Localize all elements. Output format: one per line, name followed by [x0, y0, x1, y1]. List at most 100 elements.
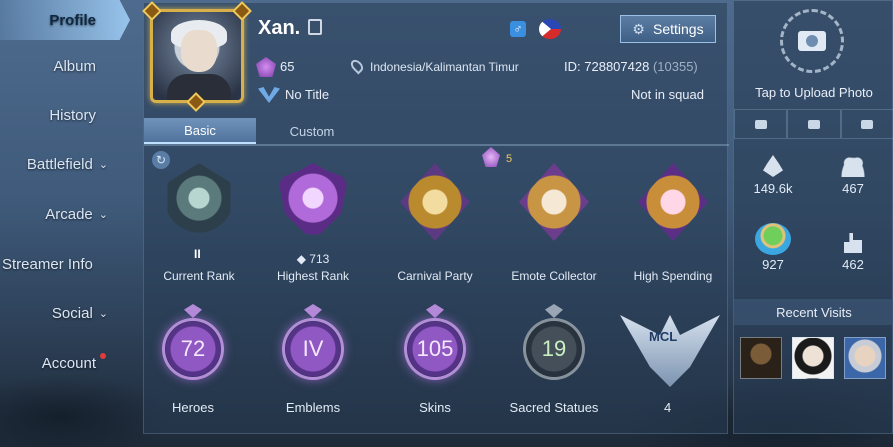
stat-label: Skins [419, 400, 451, 415]
followers-stat[interactable]: 467 [818, 157, 888, 196]
recent-visits-header: Recent Visits [734, 299, 893, 325]
tab-divider [144, 144, 729, 146]
nav-item-label: Streamer Info [2, 255, 93, 273]
heroes-icon [184, 304, 202, 318]
camera-icon [798, 31, 826, 51]
location-pin-icon [348, 57, 366, 75]
settings-button[interactable]: ⚙ Settings [620, 15, 716, 43]
island-icon [755, 223, 791, 255]
stat-heroes[interactable]: 72 Heroes [138, 304, 248, 415]
highest-rank-count: ◆ 713 [296, 252, 330, 266]
player-name: Xan. [258, 17, 301, 39]
player-location: Indonesia/Kalimantan Timur [370, 60, 519, 74]
upload-photo-label: Tap to Upload Photo [755, 85, 873, 100]
level-badge-icon [256, 57, 276, 77]
stat-label: Sacred Statues [509, 400, 599, 415]
nav-item-history[interactable]: History [0, 95, 130, 135]
achievement-label: High Spending [633, 269, 713, 283]
sacred-statue-icon [545, 304, 563, 318]
nav-item-label: Battlefield [26, 155, 93, 173]
side-navigation: Profile Album History Battlefield ⌄ Arca… [0, 0, 140, 447]
nav-item-label: Social [51, 304, 93, 322]
recent-visitor-avatar[interactable] [740, 337, 782, 379]
server-id: (10355) [652, 59, 698, 74]
frame-ornament [232, 1, 252, 21]
copy-icon[interactable] [308, 19, 322, 35]
chevron-down-icon: ⌄ [98, 208, 108, 221]
highest-rank-value: 713 [309, 252, 330, 266]
recent-visitor-avatar[interactable] [792, 337, 834, 379]
camera-icon [807, 119, 820, 129]
id-value: 728807428 [584, 59, 650, 74]
avatar[interactable] [142, 1, 252, 112]
stat-sacred-statues[interactable]: 19 Sacred Statues [499, 304, 609, 415]
nav-item-label: Account [41, 354, 96, 372]
nav-item-battlefield[interactable]: Battlefield ⌄ [0, 144, 130, 184]
rank-numeral: II [194, 247, 201, 261]
notification-dot [100, 353, 106, 359]
skins-count: 105 [404, 318, 466, 380]
emblems-level: IV [282, 318, 344, 380]
popularity-value: 149.6k [753, 181, 793, 196]
stat-emblems[interactable]: IV Emblems [258, 304, 368, 415]
achievement-highest-rank[interactable]: ◆ 713 Highest Rank [258, 163, 368, 283]
settings-label: Settings [652, 21, 704, 37]
gear-icon: ⚙ [632, 20, 645, 37]
achievement-label: Highest Rank [276, 269, 350, 283]
profile-header: Xan. ♂ ⚙ Settings 65 Indonesia/Kalimanta… [142, 1, 729, 113]
player-id: ID: 728807428 (10355) [564, 59, 698, 74]
island-stat[interactable]: 927 [738, 223, 808, 272]
popularity-stat[interactable]: 149.6k [738, 155, 808, 196]
male-icon: ♂ [510, 21, 526, 37]
achievement-current-rank[interactable]: II Current Rank [144, 163, 254, 283]
nav-item-label: Arcade [45, 205, 93, 223]
high-spending-medal-icon [638, 163, 708, 241]
nav-item-album[interactable]: Album [0, 46, 130, 86]
philippines-flag-icon [539, 19, 561, 39]
photo-slots [734, 109, 893, 139]
right-panel: Tap to Upload Photo 149.6k 467 927 462 R… [733, 0, 893, 434]
squad-status[interactable]: Not in squad [631, 87, 704, 102]
nav-item-arcade[interactable]: Arcade ⌄ [0, 194, 130, 234]
thumbs-up-icon [844, 233, 862, 253]
photo-slot-3[interactable] [840, 109, 893, 139]
achievement-high-spending[interactable]: High Spending [618, 163, 728, 283]
followers-icon [841, 157, 865, 177]
achievement-label: Carnival Party [397, 269, 473, 283]
achievement-carnival-party[interactable]: Carnival Party [380, 163, 490, 283]
camera-icon [754, 119, 767, 129]
likes-stat[interactable]: 462 [818, 233, 888, 272]
photo-slot-2[interactable] [787, 109, 841, 139]
photo-slot-1[interactable] [734, 109, 788, 139]
nav-item-social[interactable]: Social ⌄ [0, 293, 130, 333]
mcl-emblem-icon[interactable] [620, 315, 720, 387]
frame-ornament [142, 1, 162, 21]
tab-custom[interactable]: Custom [256, 118, 368, 144]
achievement-label: Emote Collector [511, 269, 597, 283]
player-level: 65 [280, 59, 295, 74]
camera-icon [861, 119, 874, 129]
flame-icon [763, 155, 783, 177]
nav-item-label: Album [53, 57, 96, 75]
stat-label: Emblems [285, 400, 341, 415]
achievement-emote-collector[interactable]: Emote Collector [499, 163, 609, 283]
recent-visitor-avatar[interactable] [844, 337, 886, 379]
upload-photo-button[interactable]: Tap to Upload Photo [734, 1, 893, 109]
mcl-emblem-text: MCL [649, 329, 678, 344]
sacred-statues-count: 19 [523, 318, 585, 380]
emblems-icon [304, 304, 322, 318]
nav-item-streamer-info[interactable]: Streamer Info [0, 244, 130, 284]
profile-panel: Xan. ♂ ⚙ Settings 65 Indonesia/Kalimanta… [142, 1, 729, 434]
heroes-count: 72 [162, 318, 224, 380]
nav-item-profile[interactable]: Profile [0, 0, 130, 40]
title-wings-icon [258, 87, 280, 103]
stat-skins[interactable]: 105 Skins [380, 304, 490, 415]
nav-item-label: History [49, 106, 96, 124]
tab-basic[interactable]: Basic [144, 118, 256, 144]
nav-item-account[interactable]: Account [0, 343, 130, 383]
island-value: 927 [762, 257, 784, 272]
highest-rank-badge-icon [278, 163, 348, 241]
emote-collector-medal-icon [519, 163, 589, 241]
mcl-count: 4 [664, 400, 672, 415]
player-title[interactable]: No Title [285, 87, 329, 102]
